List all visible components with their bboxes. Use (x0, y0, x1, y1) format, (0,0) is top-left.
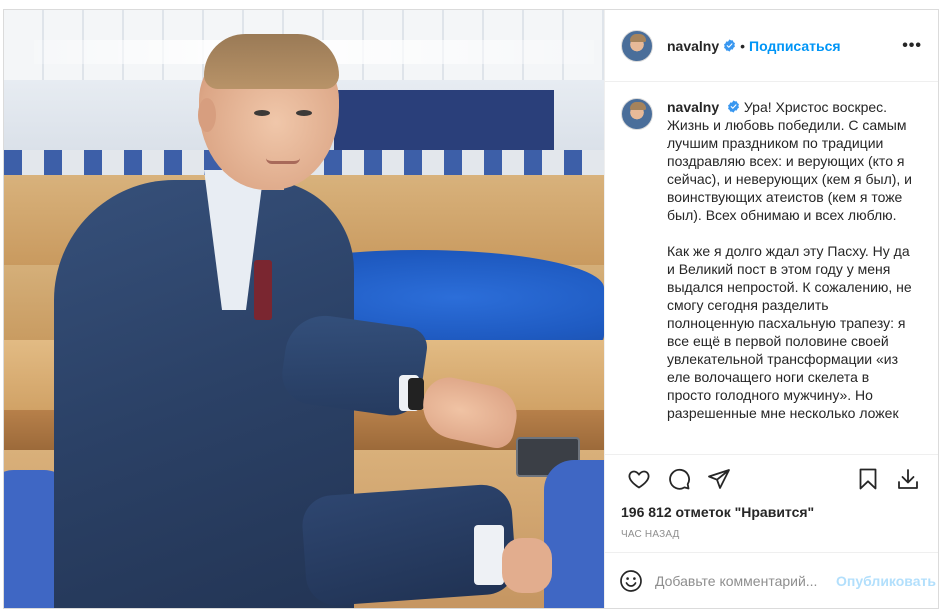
download-icon (898, 469, 918, 489)
follow-button[interactable]: Подписаться (749, 38, 841, 54)
caption-area: navalny Ура! Христос воскрес. Жизнь и лю… (605, 82, 938, 454)
person-cuff-lower (474, 525, 504, 585)
person-hair (204, 34, 339, 89)
caption-text-1: Ура! Христос воскрес. Жизнь и любовь поб… (667, 99, 913, 223)
caption-avatar[interactable] (621, 98, 653, 130)
author-username[interactable]: navalny (667, 38, 719, 54)
comment-button[interactable] (659, 459, 699, 499)
author-avatar[interactable] (621, 29, 653, 62)
post-sidebar: navalny • Подписаться ••• navalny Ура! Х… (604, 10, 938, 608)
person-mouth (266, 158, 300, 164)
caption-verified-badge-icon (728, 100, 739, 113)
person-tie (254, 260, 272, 320)
person-watch (408, 378, 424, 410)
more-options-button[interactable]: ••• (902, 37, 922, 55)
download-button[interactable] (888, 459, 928, 499)
comment-input[interactable] (655, 572, 836, 589)
emoji-button[interactable] (619, 567, 643, 595)
comment-bubble-icon (669, 468, 690, 490)
verified-badge-icon (724, 39, 736, 52)
post-photo[interactable] (4, 10, 604, 608)
caption-paragraph-2: Как же я долго ждал эту Пасху. Ну да и В… (667, 242, 917, 422)
post-time[interactable]: час назад (605, 521, 938, 551)
paper-plane-icon (708, 469, 730, 489)
smiley-icon (620, 569, 642, 592)
post-actions-section: 196 812 отметок "Нравится" час назад (605, 454, 938, 551)
post-header: navalny • Подписаться ••• (605, 10, 938, 82)
caption-paragraph-1: navalny Ура! Христос воскрес. Жизнь и лю… (667, 98, 917, 224)
post-caption: navalny Ура! Христос воскрес. Жизнь и лю… (667, 98, 917, 454)
publish-button[interactable]: Опубликовать (836, 573, 936, 589)
heart-icon (628, 470, 650, 489)
share-button[interactable] (699, 459, 739, 499)
person-hand-lower (502, 538, 552, 593)
person-eye-right (296, 110, 312, 116)
photo-person (4, 10, 604, 608)
likes-count[interactable]: 196 812 отметок "Нравится" (605, 503, 938, 521)
like-button[interactable] (619, 459, 659, 499)
action-bar (605, 455, 938, 503)
caption-username[interactable]: navalny (667, 99, 719, 115)
person-eye-left (254, 110, 270, 116)
person-ear (198, 98, 216, 132)
header-separator: • (740, 37, 746, 54)
add-comment-bar: Опубликовать (605, 552, 938, 608)
bookmark-icon (859, 468, 877, 490)
caption-text-2: Как же я долго ждал эту Пасху. Ну да и В… (667, 243, 912, 421)
save-button[interactable] (848, 459, 888, 499)
person-hand (416, 372, 523, 452)
instagram-post: navalny • Подписаться ••• navalny Ура! Х… (3, 9, 939, 609)
